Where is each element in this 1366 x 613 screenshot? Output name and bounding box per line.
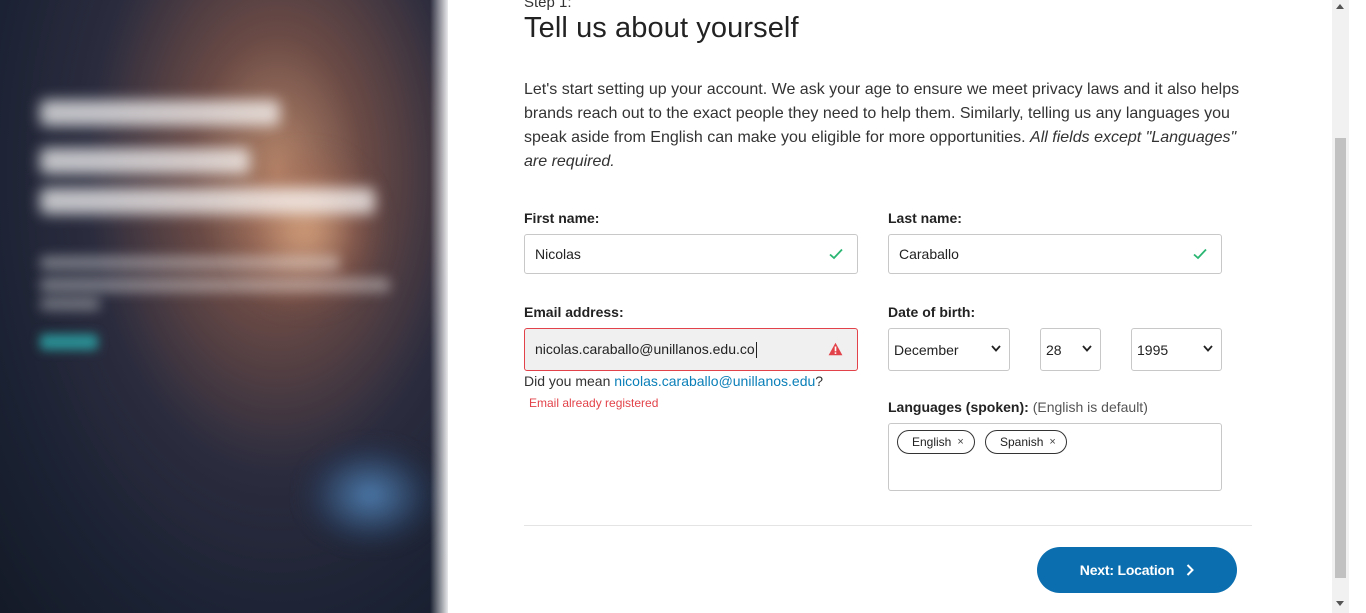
language-chip-spanish[interactable]: Spanish × [985, 430, 1067, 454]
scroll-down-arrow-icon[interactable] [1336, 601, 1344, 606]
hero-blurred-button [40, 334, 98, 350]
hero-blurred-heading [40, 188, 375, 214]
warning-icon [828, 342, 843, 356]
hero-blurred-text [40, 278, 390, 292]
step-label: Step 1: [524, 0, 572, 11]
suggestion-prefix: Did you mean [524, 373, 615, 389]
email-suggestion-link[interactable]: nicolas.caraballo@unillanos.edu [614, 373, 815, 389]
form-divider [524, 525, 1252, 526]
dob-day-select[interactable]: 28 [1040, 328, 1101, 371]
dob-month-value: December [894, 341, 959, 358]
chip-label: Spanish [1000, 435, 1044, 449]
scroll-up-arrow-icon[interactable] [1336, 4, 1344, 9]
last-name-field[interactable]: Caraballo [888, 234, 1222, 274]
languages-label-text: Languages (spoken): [888, 399, 1029, 415]
languages-hint: (English is default) [1032, 399, 1148, 415]
languages-label: Languages (spoken): (English is default) [888, 399, 1148, 415]
first-name-value: Nicolas [535, 246, 581, 262]
remove-chip-icon[interactable]: × [1049, 436, 1055, 448]
dob-year-value: 1995 [1137, 341, 1169, 358]
dob-label: Date of birth: [888, 304, 976, 320]
language-chip-english[interactable]: English × [897, 430, 975, 454]
hero-blurred-heading [40, 100, 280, 126]
next-button-label: Next: Location [1079, 562, 1175, 578]
text-caret [755, 342, 757, 359]
email-value-wrap: nicolas.caraballo@unillanos.edu.co [535, 340, 857, 359]
page-title: Tell us about yourself [524, 12, 799, 44]
next-location-button[interactable]: Next: Location [1037, 547, 1237, 593]
dob-year-select[interactable]: 1995 [1131, 328, 1222, 371]
window-gutter [1349, 0, 1366, 613]
dob-month-select[interactable]: December [888, 328, 1010, 371]
last-name-label: Last name: [888, 210, 962, 226]
chevron-down-icon [1203, 345, 1213, 352]
chip-label: English [912, 435, 952, 449]
email-value: nicolas.caraballo@unillanos.edu.co [535, 340, 755, 357]
languages-input[interactable]: English × Spanish × [888, 423, 1222, 491]
suggestion-suffix: ? [815, 373, 824, 389]
scrollbar-thumb[interactable] [1335, 138, 1346, 578]
hero-blurred-text [40, 298, 100, 310]
remove-chip-icon[interactable]: × [957, 436, 963, 448]
hero-blurred-text [40, 256, 340, 270]
intro-text: Let's start setting up your account. We … [524, 78, 1240, 174]
chevron-down-icon [991, 345, 1001, 352]
last-name-value: Caraballo [899, 246, 959, 262]
hero-fade-edge [430, 0, 448, 613]
first-name-label: First name: [524, 210, 600, 226]
chevron-right-icon [1187, 564, 1195, 576]
dob-day-value: 28 [1046, 341, 1062, 358]
email-field[interactable]: nicolas.caraballo@unillanos.edu.co [524, 328, 858, 371]
hero-image-panel [0, 0, 448, 613]
email-label: Email address: [524, 304, 624, 320]
chevron-down-icon [1082, 345, 1092, 352]
hero-glow [300, 440, 440, 550]
check-icon [829, 248, 843, 260]
check-icon [1193, 248, 1207, 260]
email-error-message: Email already registered [529, 396, 659, 410]
hero-blurred-heading [40, 148, 250, 174]
email-suggestion: Did you mean nicolas.caraballo@unillanos… [524, 373, 823, 389]
first-name-field[interactable]: Nicolas [524, 234, 858, 274]
